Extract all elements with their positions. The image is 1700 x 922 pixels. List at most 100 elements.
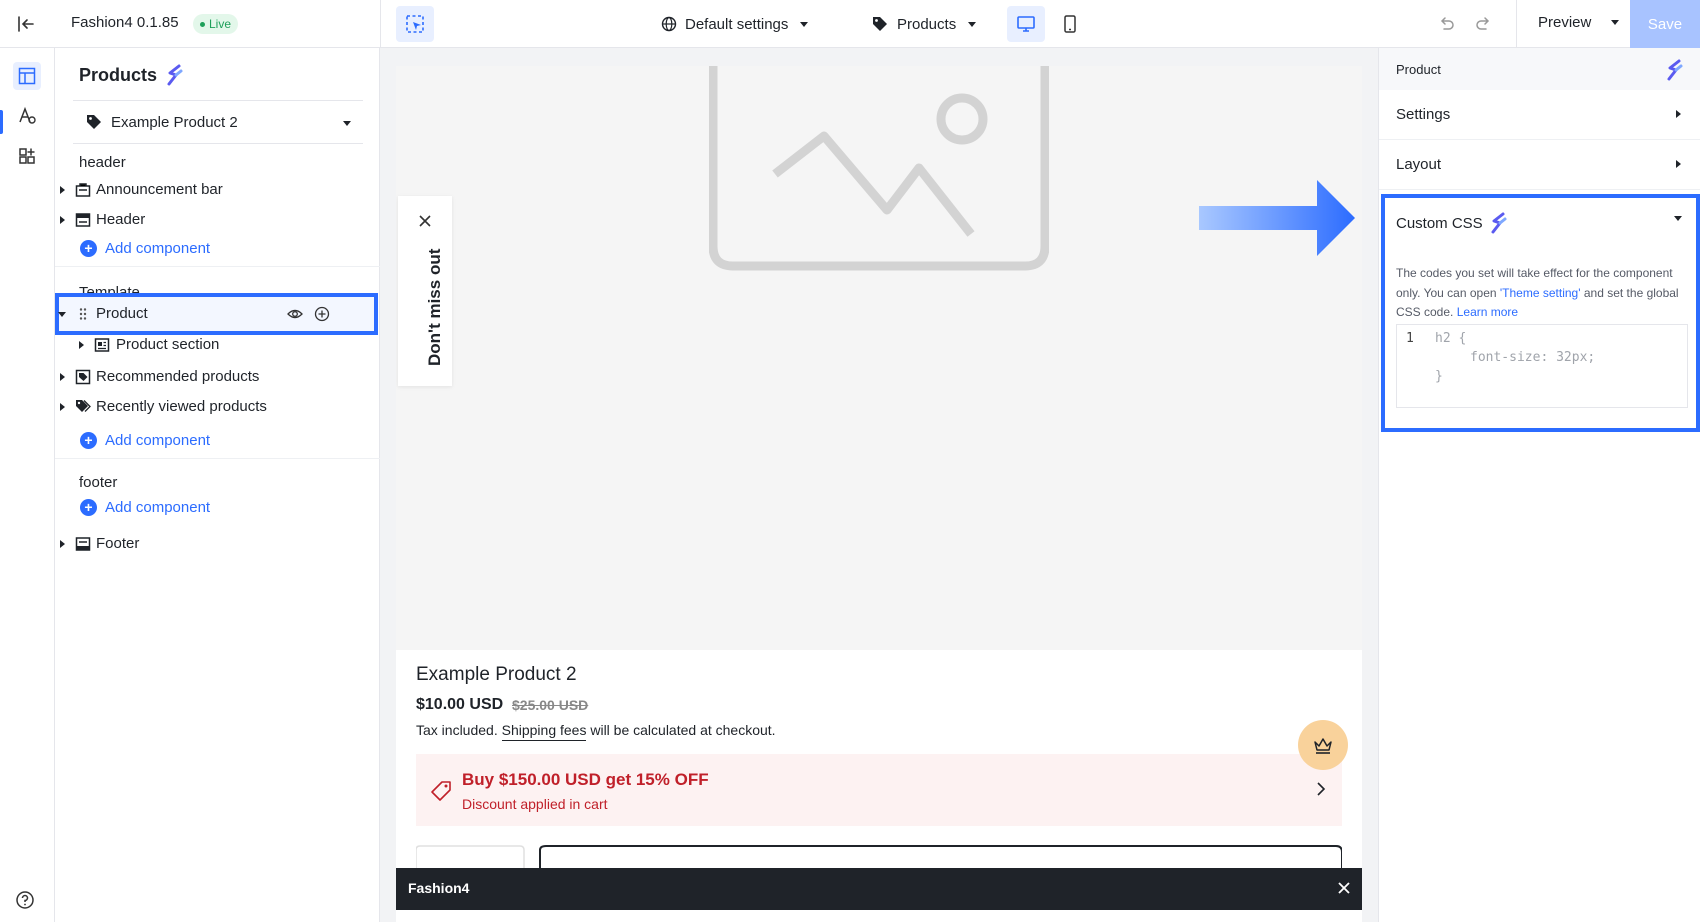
settings-dropdown[interactable]: Default settings (661, 12, 809, 36)
expand-arrow-icon[interactable] (60, 540, 65, 548)
close-icon[interactable] (1336, 880, 1352, 896)
tag-icon (873, 17, 887, 31)
tax-suffix: will be calculated at checkout. (590, 722, 776, 738)
desktop-icon (1017, 16, 1035, 32)
undo-button[interactable] (1436, 13, 1458, 35)
desktop-view-button[interactable] (1007, 6, 1045, 42)
settings-dropdown-label: Default settings (685, 15, 789, 33)
expand-arrow-icon[interactable] (60, 216, 65, 224)
eye-icon[interactable] (287, 306, 303, 322)
shipping-fees-link[interactable]: Shipping fees (501, 722, 587, 741)
collapse-arrow-icon[interactable] (58, 312, 66, 317)
group-footer-label: footer (79, 474, 118, 491)
tree-item-recently-viewed-products[interactable]: Recently viewed products (55, 391, 380, 423)
tree-item-label: Header (96, 211, 146, 228)
product-title: Example Product 2 (416, 664, 577, 685)
top-bar: Fashion4 0.1.85 Live Default settings Pr… (0, 0, 1700, 48)
recommended-icon (75, 369, 91, 385)
brand-logo-icon (167, 64, 183, 86)
chevron-down-icon (1611, 20, 1620, 25)
chevron-down-icon[interactable] (1674, 216, 1682, 221)
tree-item-announcement-bar[interactable]: Announcement bar (55, 174, 380, 206)
popup-tab-label: Don't miss out (425, 248, 444, 366)
tag-icon (87, 115, 101, 129)
chevron-right-icon (1676, 160, 1681, 168)
tags-icon (75, 399, 91, 415)
product-select-value: Example Product 2 (111, 113, 238, 131)
add-circle-icon[interactable] (314, 306, 330, 322)
expand-arrow-icon[interactable] (60, 186, 65, 194)
product-image-placeholder[interactable] (396, 66, 1362, 650)
add-component-label: Add component (105, 431, 211, 449)
tree-item-label: Product (96, 305, 148, 322)
tree-item-recommended-products[interactable]: Recommended products (55, 361, 380, 393)
expand-arrow-icon[interactable] (79, 341, 84, 349)
apps-rail-button[interactable] (13, 142, 41, 170)
plus-circle-icon: + (80, 239, 97, 257)
chevron-down-icon (800, 21, 809, 27)
tree-item-product[interactable]: Product (55, 298, 380, 330)
select-tool-button[interactable] (396, 6, 434, 42)
settings-section-toggle[interactable]: Settings (1379, 90, 1700, 140)
add-component-label: Add component (105, 498, 211, 516)
discount-promo-banner[interactable]: Buy $150.00 USD get 15% OFF Discount app… (416, 754, 1342, 826)
redo-button[interactable] (1472, 13, 1494, 35)
exit-icon[interactable] (14, 12, 38, 36)
dont-miss-out-popup-tab[interactable]: Don't miss out (398, 196, 452, 386)
tree-item-footer[interactable]: Footer (55, 528, 380, 560)
add-component-button[interactable]: + Add component (80, 238, 210, 258)
save-button[interactable]: Save (1630, 0, 1700, 48)
product-select[interactable]: Example Product 2 (73, 100, 363, 144)
add-component-label: Add component (105, 239, 211, 257)
app-name: Fashion4 0.1.85 (71, 14, 179, 31)
css-code-editor[interactable]: 1 h2 { font-size: 32px; } (1396, 324, 1688, 408)
undo-icon (1440, 17, 1454, 30)
divider (1516, 0, 1517, 48)
page-dropdown-label: Products (897, 15, 957, 33)
layout-icon (18, 67, 36, 85)
discount-tag-icon (430, 780, 452, 802)
preview-button[interactable]: Preview (1538, 14, 1620, 31)
layout-section-toggle[interactable]: Layout (1379, 140, 1700, 190)
brand-logo-icon (1491, 212, 1507, 234)
vip-crown-button[interactable] (1298, 720, 1348, 770)
divider (55, 458, 380, 459)
brand-logo-icon (1665, 59, 1685, 85)
close-icon[interactable] (416, 212, 434, 230)
live-badge: Live (193, 14, 239, 34)
settings-section-label: Settings (1396, 106, 1451, 123)
code-line: font-size: 32px; (1470, 350, 1596, 365)
mobile-view-button[interactable] (1051, 6, 1089, 42)
tree-item-product-section[interactable]: Product section (55, 329, 380, 361)
layout-rail-button[interactable] (13, 62, 41, 90)
chevron-down-icon (343, 121, 351, 126)
tree-item-header[interactable]: Header (55, 204, 380, 236)
theme-rail-button[interactable] (13, 102, 41, 130)
promo-subtitle: Discount applied in cart (462, 796, 608, 812)
typography-icon (19, 106, 36, 124)
theme-setting-link[interactable]: 'Theme setting' (1500, 286, 1581, 300)
page-dropdown[interactable]: Products (871, 12, 977, 36)
learn-more-link[interactable]: Learn more (1457, 305, 1518, 319)
drag-handle-icon[interactable] (75, 306, 91, 322)
tax-note: Tax included. Shipping fees will be calc… (416, 722, 776, 741)
custom-css-description: The codes you set will take effect for t… (1396, 264, 1688, 323)
expand-arrow-icon[interactable] (60, 373, 65, 381)
plus-circle-icon: + (80, 431, 97, 449)
chevron-down-icon (968, 21, 977, 27)
properties-header: Product (1379, 48, 1700, 90)
custom-css-section-toggle[interactable]: Custom CSS (1396, 212, 1509, 234)
help-icon[interactable] (15, 890, 35, 910)
section-icon (94, 337, 110, 353)
chevron-right-icon (1676, 110, 1681, 118)
component-tree-panel: Products Example Product 2 header Announ… (55, 48, 380, 922)
code-line: h2 { (1435, 331, 1467, 346)
redo-icon (1476, 17, 1490, 30)
product-price: $10.00 USD (416, 696, 504, 713)
product-compare-price: $25.00 USD (512, 697, 589, 713)
annotation-arrow-icon (1199, 180, 1355, 256)
add-component-button[interactable]: + Add component (80, 430, 210, 450)
expand-arrow-icon[interactable] (60, 403, 65, 411)
layout-section-label: Layout (1396, 156, 1442, 173)
add-component-button[interactable]: + Add component (80, 497, 210, 517)
